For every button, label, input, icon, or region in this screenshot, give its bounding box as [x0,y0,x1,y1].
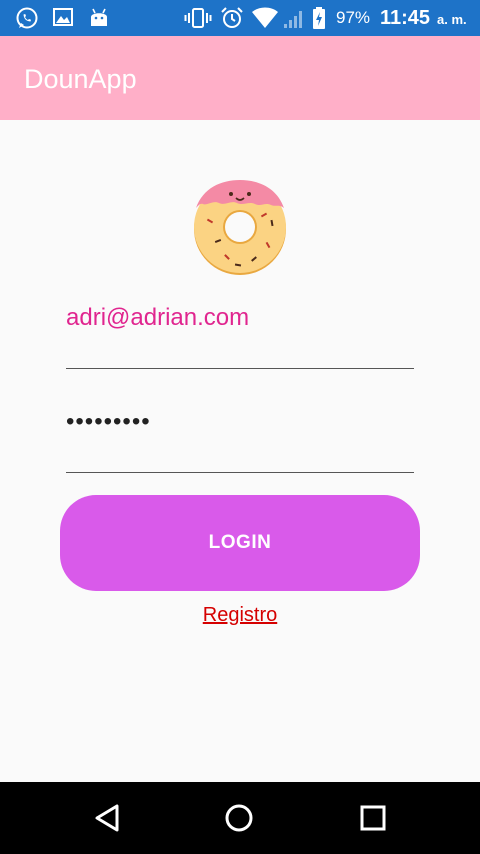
alarm-icon [221,7,243,28]
home-icon[interactable] [221,800,257,836]
recents-icon[interactable] [355,800,391,836]
battery-percent: 97% [336,8,371,27]
image-icon [53,8,73,26]
app-title: DounApp [24,64,137,94]
email-field[interactable]: adri@adrian.com [66,304,414,370]
back-icon[interactable] [89,800,125,836]
vibrate-icon [184,8,212,28]
password-input[interactable]: ••••••••• [66,408,151,436]
battery-icon [313,7,325,29]
clock-time: 11:45 [380,7,431,29]
email-input[interactable]: adri@adrian.com [66,304,249,332]
clock-ampm: a. m. [437,12,467,27]
signal-icon [284,11,302,28]
password-underline [66,472,414,473]
password-field[interactable]: ••••••••• [66,408,414,474]
whatsapp-icon [16,7,38,29]
status-bar: 97% 11:45 a. m. [0,0,480,36]
login-button[interactable]: LOGIN [60,495,420,591]
app-bar: DounApp [0,36,480,120]
android-icon [91,8,107,26]
navigation-bar [0,782,480,854]
donut-logo-icon [194,180,286,275]
email-underline [66,368,414,369]
register-link[interactable]: Registro [0,604,480,627]
wifi-icon [252,7,278,28]
